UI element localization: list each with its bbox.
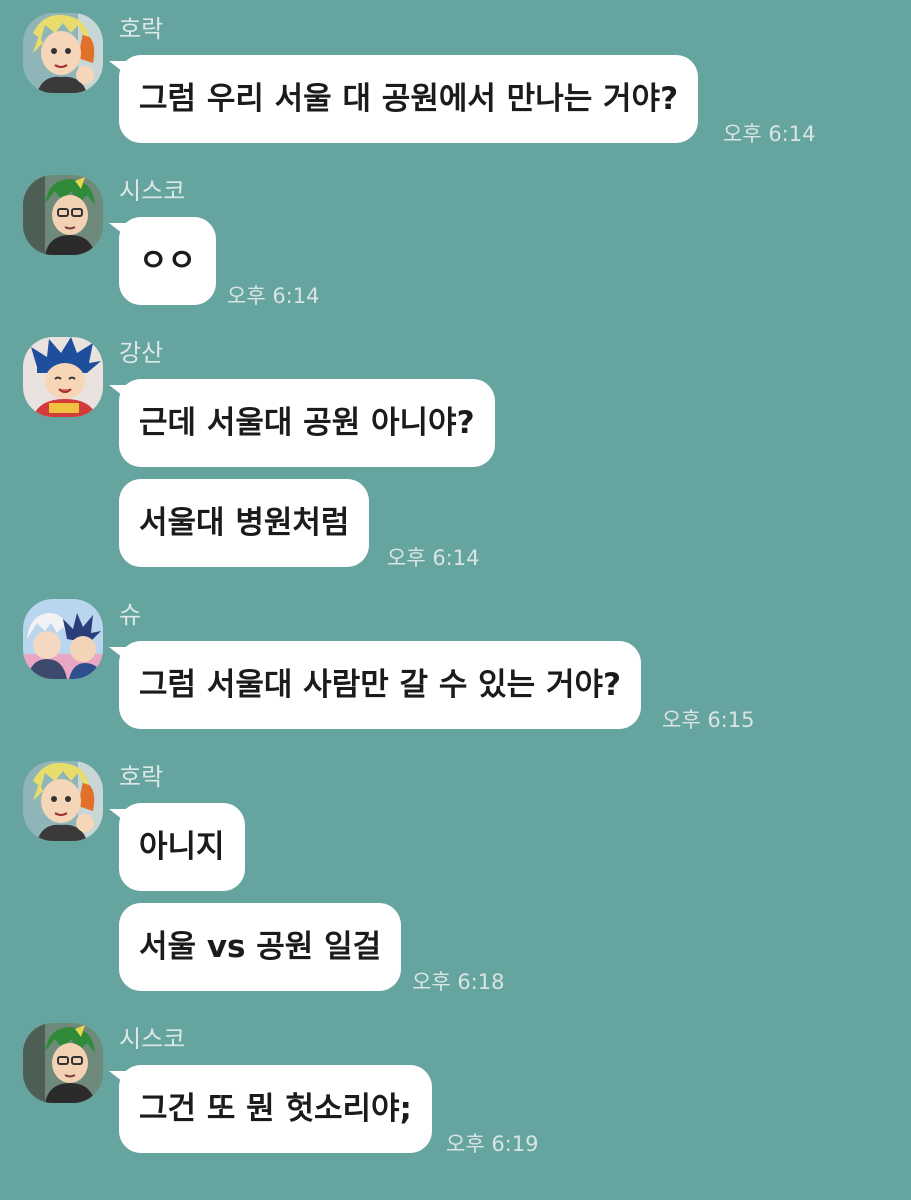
- sender-name: 강산: [119, 339, 164, 367]
- message-bubble[interactable]: 서울 vs 공원 일걸: [119, 903, 402, 991]
- sender-name: 슈: [119, 601, 142, 629]
- message-timestamp: 오후 6:18: [412, 970, 505, 994]
- chat-message-list[interactable]: 호락 그럼 우리 서울 대 공원에서 만나는 거야? 오후 6:14 시스코 ㅇ…: [0, 0, 911, 1200]
- horak-avatar-icon[interactable]: [23, 13, 103, 93]
- horak-avatar-icon[interactable]: [23, 761, 103, 841]
- message-timestamp: 오후 6:15: [662, 708, 755, 732]
- message-bubble[interactable]: ㅇㅇ: [108, 217, 217, 305]
- message-bubble[interactable]: 그건 또 뭔 헛소리야;: [109, 1065, 432, 1153]
- message-bubble[interactable]: 그럼 우리 서울 대 공원에서 만나는 거야?: [108, 55, 699, 143]
- message-timestamp: 오후 6:19: [446, 1132, 539, 1156]
- message-bubble[interactable]: 서울대 병원처럼: [119, 479, 370, 567]
- sender-name: 호락: [119, 15, 164, 43]
- sender-name: 시스코: [119, 1025, 186, 1053]
- message-bubble[interactable]: 근데 서울대 공원 아니야?: [109, 379, 495, 467]
- sisco-avatar-icon[interactable]: [23, 1023, 103, 1103]
- message-timestamp: 오후 6:14: [227, 284, 320, 308]
- message-timestamp: 오후 6:14: [387, 546, 480, 570]
- gangsan-avatar-icon[interactable]: [23, 337, 103, 417]
- sender-name: 시스코: [119, 177, 186, 205]
- shu-avatar-icon[interactable]: [23, 599, 103, 679]
- message-bubble[interactable]: 그럼 서울대 사람만 갈 수 있는 거야?: [108, 641, 642, 729]
- message-timestamp: 오후 6:14: [723, 122, 816, 146]
- sender-name: 호락: [119, 763, 164, 791]
- sisco-avatar-icon[interactable]: [23, 175, 103, 255]
- message-bubble[interactable]: 아니지: [109, 803, 245, 891]
